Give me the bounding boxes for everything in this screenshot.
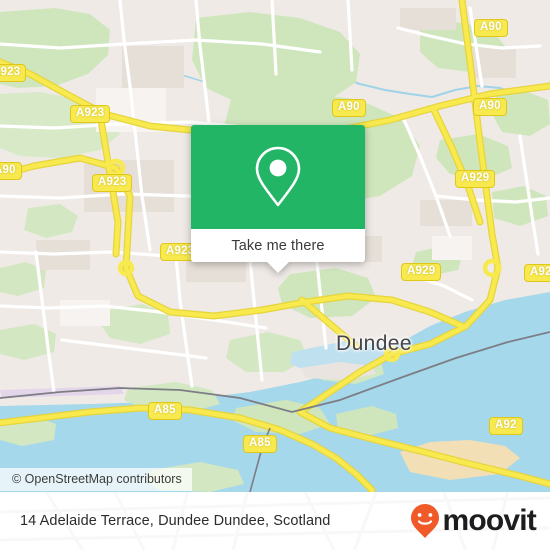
take-me-there-label: Take me there (231, 237, 325, 254)
moovit-map-screenshot: A923A90A923A923A923A90A90A90A929A929A92A… (0, 0, 550, 550)
map-pin-icon (255, 146, 301, 207)
road-shield-a92-southeast: A92 (489, 417, 523, 435)
road-shield-a85-south: A85 (243, 435, 277, 453)
moovit-wordmark: moovit (442, 504, 536, 537)
map-canvas[interactable]: A923A90A923A923A923A90A90A90A929A929A92A… (0, 0, 550, 492)
road-shield-a90-center: A90 (332, 99, 366, 117)
road-shield-a929-northeast: A929 (455, 170, 496, 188)
road-shield-a923-mid: A923 (92, 174, 133, 192)
address-text: 14 Adelaide Terrace, Dundee Dundee, Scot… (20, 513, 331, 529)
road-shield-a90-northeast: A90 (474, 19, 508, 37)
road-shield-a923-west-edge: A923 (0, 64, 27, 82)
road-shield-a85-southwest: A85 (148, 402, 182, 420)
road-shield-a90-east: A90 (473, 98, 507, 116)
road-shield-a92-east-edge: A92 (524, 264, 550, 282)
road-shield-a90-west-edge: A90 (0, 162, 22, 180)
take-me-there-button[interactable]: Take me there (191, 229, 365, 273)
callout-pin-area (191, 125, 365, 229)
road-shield-a923-north: A923 (70, 105, 111, 123)
city-label-dundee: Dundee (336, 332, 412, 355)
footer-bar: 14 Adelaide Terrace, Dundee Dundee, Scot… (0, 492, 550, 550)
moovit-pin-icon (411, 504, 440, 538)
road-shield-a929-east: A929 (401, 263, 442, 281)
map-attribution[interactable]: © OpenStreetMap contributors (0, 468, 192, 491)
destination-callout[interactable]: Take me there (191, 125, 365, 273)
moovit-logo[interactable]: moovit (410, 503, 537, 539)
callout-tail (267, 262, 289, 273)
